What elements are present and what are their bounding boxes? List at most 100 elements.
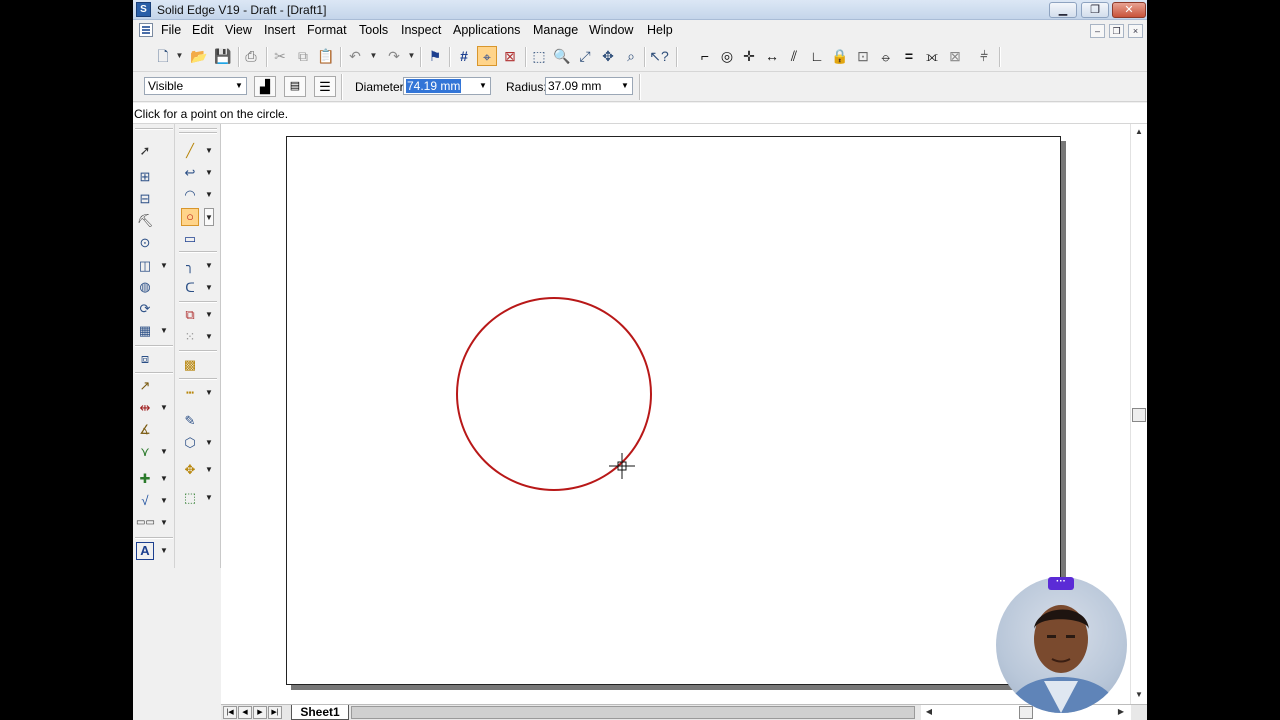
chevron-down-icon[interactable]: ▼ — [205, 438, 213, 448]
scroll-left-icon[interactable]: ◀ — [921, 704, 937, 720]
annotation-icon[interactable]: ✚ — [136, 470, 154, 488]
menu-window[interactable]: Window — [589, 23, 633, 37]
menu-file[interactable]: File — [161, 23, 181, 37]
document-close-button[interactable]: × — [1128, 24, 1143, 38]
cut-icon[interactable]: ✂ — [270, 46, 290, 66]
symmetric-icon[interactable]: ⟗ — [922, 46, 942, 66]
chevron-down-icon[interactable]: ▼ — [205, 493, 213, 503]
line-icon[interactable]: ╱ — [181, 142, 199, 160]
restore-button[interactable]: ❐ — [1081, 2, 1109, 18]
circle-icon[interactable]: ○ — [181, 208, 199, 226]
scroll-up-icon[interactable]: ▲ — [1131, 124, 1147, 140]
drawing-view-icon[interactable]: ⊞ — [136, 168, 154, 186]
chevron-down-icon[interactable]: ▼ — [205, 168, 213, 178]
menu-insert[interactable]: Insert — [264, 23, 295, 37]
diameter-field[interactable]: 74.19 mm ▼ — [403, 77, 491, 95]
chevron-down-icon[interactable]: ▼ — [160, 403, 168, 413]
chevron-down-icon[interactable]: ▼ — [205, 261, 213, 271]
tab-sheet1[interactable]: Sheet1 — [291, 705, 349, 720]
paste-icon[interactable]: 📋 — [316, 46, 336, 66]
menu-applications[interactable]: Applications — [453, 23, 520, 37]
symmetry-axis-icon[interactable]: ⊠ — [945, 46, 965, 66]
chevron-down-icon[interactable]: ▼ — [204, 208, 214, 226]
angle-dimension-icon[interactable]: ∡ — [136, 421, 154, 439]
fillet-icon[interactable]: ╮ — [181, 257, 199, 275]
scroll-down-icon[interactable]: ▼ — [1131, 687, 1147, 703]
zoom-area-icon[interactable]: ⬚ — [529, 46, 549, 66]
detail-view-icon[interactable]: ⊙ — [136, 234, 154, 252]
close-button[interactable]: ✕ — [1112, 2, 1146, 18]
horizontal-vertical-icon[interactable]: ✛ — [739, 46, 759, 66]
new-dropdown-icon[interactable]: ▼ — [175, 46, 184, 66]
coordinate-dimension-icon[interactable]: ⋎ — [136, 443, 154, 461]
menu-manage[interactable]: Manage — [533, 23, 578, 37]
collinear-icon[interactable]: ↔ — [762, 46, 782, 66]
document-restore-button[interactable]: ❐ — [1109, 24, 1124, 38]
select-tool-icon[interactable]: ➚ — [136, 142, 154, 160]
section-view-icon[interactable]: ⛏ — [136, 212, 154, 230]
last-sheet-icon[interactable]: ▶| — [268, 706, 282, 719]
auxiliary-view-icon[interactable]: ◍ — [136, 278, 154, 296]
line-width-button[interactable]: ☰ — [314, 76, 336, 97]
open-folder-icon[interactable]: 📂 — [189, 46, 209, 66]
vertical-scrollbar[interactable]: ▲ ▼ — [1130, 124, 1147, 704]
chevron-down-icon[interactable]: ▼ — [160, 447, 168, 457]
concentric-icon[interactable]: ◎ — [717, 46, 737, 66]
dimension-line-icon[interactable]: ┅ — [181, 384, 199, 402]
document-minimize-button[interactable]: – — [1090, 24, 1105, 38]
chevron-down-icon[interactable]: ▼ — [205, 310, 213, 320]
first-sheet-icon[interactable]: |◀ — [223, 706, 237, 719]
zoom-window-icon[interactable]: ⌕ — [621, 46, 641, 66]
menu-view[interactable]: View — [225, 23, 252, 37]
feature-control-frame-icon[interactable]: ▭▭ — [136, 514, 155, 532]
next-sheet-icon[interactable]: ▶ — [253, 706, 267, 719]
connect-relationship-icon[interactable]: ⌐ — [695, 46, 715, 66]
smart-dimension-icon[interactable]: ↗ — [136, 377, 154, 395]
radius-field[interactable]: 37.09 mm ▼ — [545, 77, 633, 95]
distance-between-icon[interactable]: ⇹ — [136, 399, 154, 417]
parallel-icon[interactable]: ⫽ — [784, 46, 804, 66]
line-color-button[interactable]: ▟ — [254, 76, 276, 97]
solid-edge-app-icon[interactable]: S — [136, 2, 151, 17]
tangent-icon[interactable]: ⦵ — [876, 46, 896, 66]
rigid-set-icon[interactable]: ⊡ — [853, 46, 873, 66]
line-type-button[interactable]: ▤ — [284, 76, 306, 97]
chevron-down-icon[interactable]: ▼ — [160, 326, 168, 336]
text-icon[interactable]: A — [136, 542, 154, 560]
minimize-button[interactable]: ▁ — [1049, 2, 1077, 18]
chevron-down-icon[interactable]: ▼ — [205, 388, 213, 398]
parts-list-icon[interactable]: ▦ — [136, 322, 154, 340]
pan-icon[interactable]: ✥ — [598, 46, 618, 66]
mirror-icon[interactable]: ⧉ — [181, 306, 199, 324]
flag-icon[interactable]: ⚑ — [425, 46, 445, 66]
vertical-scroll-thumb[interactable] — [1132, 408, 1146, 422]
relationship-handles-icon[interactable]: ⊠ — [500, 46, 520, 66]
chevron-down-icon[interactable]: ▼ — [205, 283, 213, 293]
chevron-down-icon[interactable]: ▼ — [160, 474, 168, 484]
menu-tools[interactable]: Tools — [359, 23, 388, 37]
trim-icon[interactable]: ᑕ — [181, 279, 199, 297]
draft-document-icon[interactable] — [139, 23, 153, 37]
3d-model-icon[interactable]: ⬡ — [181, 434, 199, 452]
intellisketch-icon[interactable]: ⌖ — [477, 46, 497, 66]
undo-icon[interactable]: ↶ — [345, 46, 365, 66]
grid-icon[interactable]: # — [454, 46, 474, 66]
weld-symbol-icon[interactable]: √ — [136, 492, 154, 510]
drawing-sheet[interactable] — [286, 136, 1061, 685]
menu-help[interactable]: Help — [647, 23, 673, 37]
equal-icon[interactable]: = — [899, 46, 919, 66]
menu-format[interactable]: Format — [307, 23, 347, 37]
redo-dropdown-icon[interactable]: ▼ — [407, 46, 416, 66]
drawing-workspace[interactable] — [221, 124, 1136, 704]
insert-image-icon[interactable]: ⬚ — [181, 489, 199, 507]
draft-view-icon[interactable]: ⧈ — [136, 350, 154, 368]
whats-this-help-icon[interactable]: ↖? — [649, 46, 669, 66]
previous-sheet-icon[interactable]: ◀ — [238, 706, 252, 719]
arc-icon[interactable]: ◠ — [181, 186, 199, 204]
chevron-down-icon[interactable]: ▼ — [205, 465, 213, 475]
undo-dropdown-icon[interactable]: ▼ — [369, 46, 378, 66]
perpendicular-icon[interactable]: ∟ — [807, 46, 827, 66]
copy-icon[interactable]: ⧉ — [293, 46, 313, 66]
chevron-down-icon[interactable]: ▼ — [160, 261, 168, 271]
rectangle-icon[interactable]: ▭ — [181, 230, 199, 248]
